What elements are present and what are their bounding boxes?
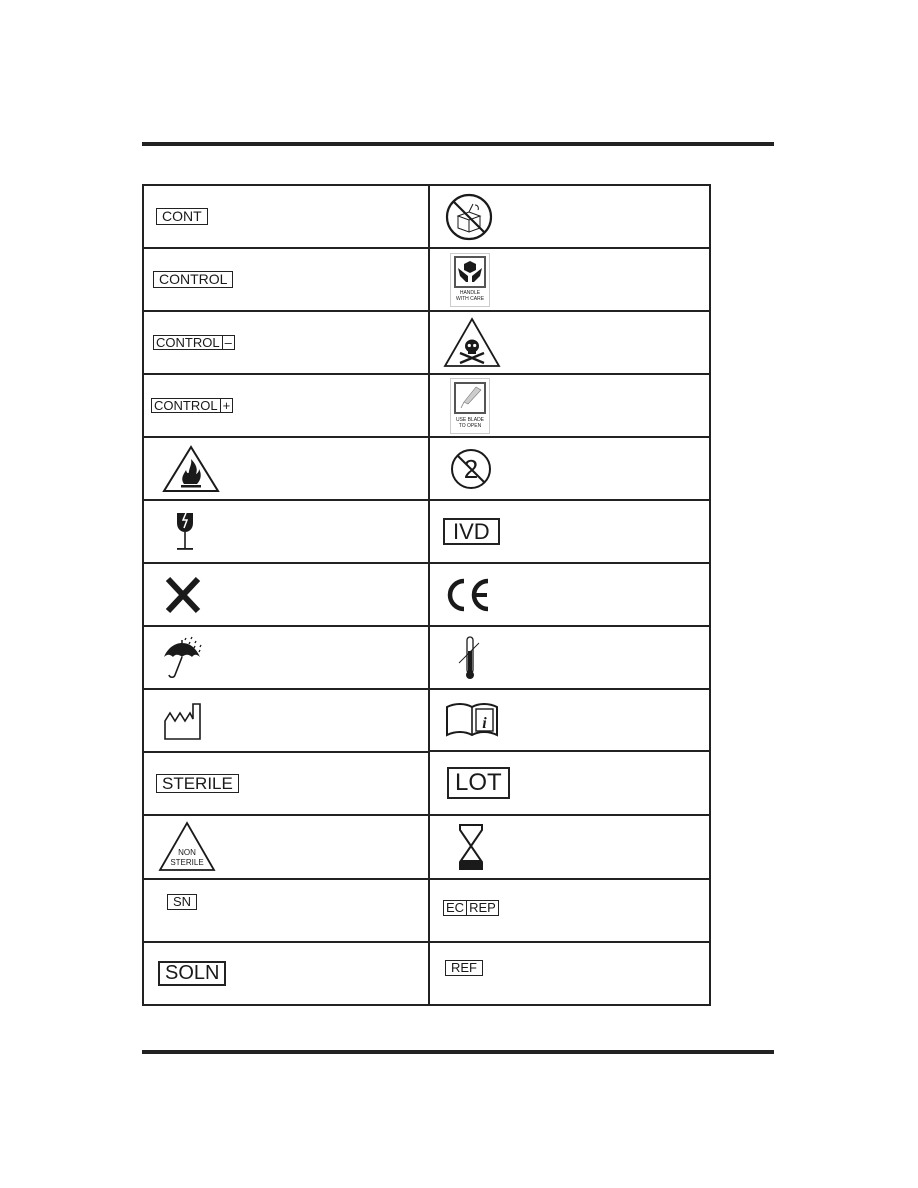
row-toxic (430, 312, 709, 375)
row-do-not-reuse: 2 (430, 438, 709, 501)
right-column: HANDLE WITH CARE USE BLADE TO OPEN IVD i… (430, 186, 709, 1004)
handle-with-care-label: HANDLE WITH CARE (450, 249, 490, 310)
row-lot: LOT (430, 752, 709, 816)
lot-text: LOT (455, 769, 502, 797)
ivd-text: IVD (453, 518, 490, 544)
row-sterile: STERILE (144, 753, 428, 816)
row-serial-number: SN (144, 880, 428, 943)
row-consult-instructions: i (430, 690, 709, 752)
ref-text: REF (451, 960, 477, 975)
cont-symbol: CONT (156, 186, 208, 247)
row-control-negative: CONTROL – (144, 312, 428, 375)
row-control: CONTROL (144, 249, 428, 312)
row-ce-mark (430, 564, 709, 627)
row-ec-rep: EC REP (430, 880, 709, 943)
row-temperature-limit (430, 627, 709, 690)
control-text: CONTROL (154, 397, 218, 413)
skull-crossbones-icon (442, 312, 502, 373)
umbrella-rain-icon (162, 627, 208, 688)
row-manufacturer (144, 690, 428, 753)
top-rule (142, 142, 774, 146)
fragile-glass-icon (174, 501, 196, 562)
row-cont: CONT (144, 186, 428, 249)
blade-icon (454, 381, 486, 414)
soln-text: SOLN (165, 962, 220, 984)
left-column: CONT CONTROL CONTROL – CONTROL + STERILE… (144, 186, 430, 1004)
sterile-text: STERILE (170, 858, 203, 867)
row-ivd: IVD (430, 501, 709, 564)
control-text: CONTROL (156, 334, 220, 350)
row-ref: REF (430, 943, 709, 1004)
soln-symbol: SOLN (158, 943, 227, 1004)
ec-rep-symbol: EC REP (443, 880, 499, 941)
non-text: NON (178, 848, 196, 857)
with-care-text: WITH CARE (455, 295, 485, 302)
bottom-rule (142, 1050, 774, 1054)
sterile-symbol: STERILE (156, 753, 239, 814)
row-use-blade: USE BLADE TO OPEN (430, 375, 709, 438)
cont-text: CONT (162, 208, 202, 225)
ivd-symbol: IVD (443, 501, 500, 562)
sterile-text: STERILE (162, 773, 233, 793)
negative-sign: – (221, 336, 234, 350)
row-use-by (430, 816, 709, 880)
sn-text: SN (173, 894, 192, 909)
control-positive-symbol: CONTROL + (151, 375, 234, 436)
non-sterile-symbol: NON STERILE (157, 816, 217, 878)
ce-mark-icon (445, 564, 491, 625)
row-handle-with-care: HANDLE WITH CARE (430, 249, 709, 312)
row-keep-dry (144, 627, 428, 690)
hourglass-icon (458, 816, 484, 878)
row-do-not-open (430, 186, 709, 249)
positive-sign: + (219, 399, 233, 413)
hands-box-icon (454, 255, 486, 288)
thermometer-icon (457, 627, 483, 688)
factory-icon (163, 690, 203, 751)
ec-text: EC (446, 900, 465, 915)
sn-symbol: SN (167, 880, 198, 941)
no-open-box-icon (444, 186, 494, 247)
row-solution: SOLN (144, 943, 428, 1004)
row-fragile (144, 501, 428, 564)
svg-text:i: i (482, 715, 487, 732)
book-info-icon: i (445, 690, 499, 750)
to-open-text: TO OPEN (458, 422, 482, 429)
row-control-positive: CONTROL + (144, 375, 428, 438)
lot-symbol: LOT (447, 752, 510, 814)
flammable-icon (162, 438, 220, 499)
row-harmful (144, 564, 428, 627)
rep-text: REP (466, 901, 498, 915)
row-flammable (144, 438, 428, 501)
ref-symbol: REF (445, 943, 483, 1004)
symbols-table: CONT CONTROL CONTROL – CONTROL + STERILE… (142, 184, 711, 1006)
do-not-reuse-icon: 2 (449, 438, 493, 499)
control-symbol: CONTROL (153, 249, 234, 310)
row-non-sterile: NON STERILE (144, 816, 428, 880)
use-blade-label: USE BLADE TO OPEN (450, 375, 490, 436)
x-cross-icon (165, 564, 201, 625)
control-text: CONTROL (159, 271, 228, 288)
control-negative-symbol: CONTROL – (153, 312, 235, 373)
